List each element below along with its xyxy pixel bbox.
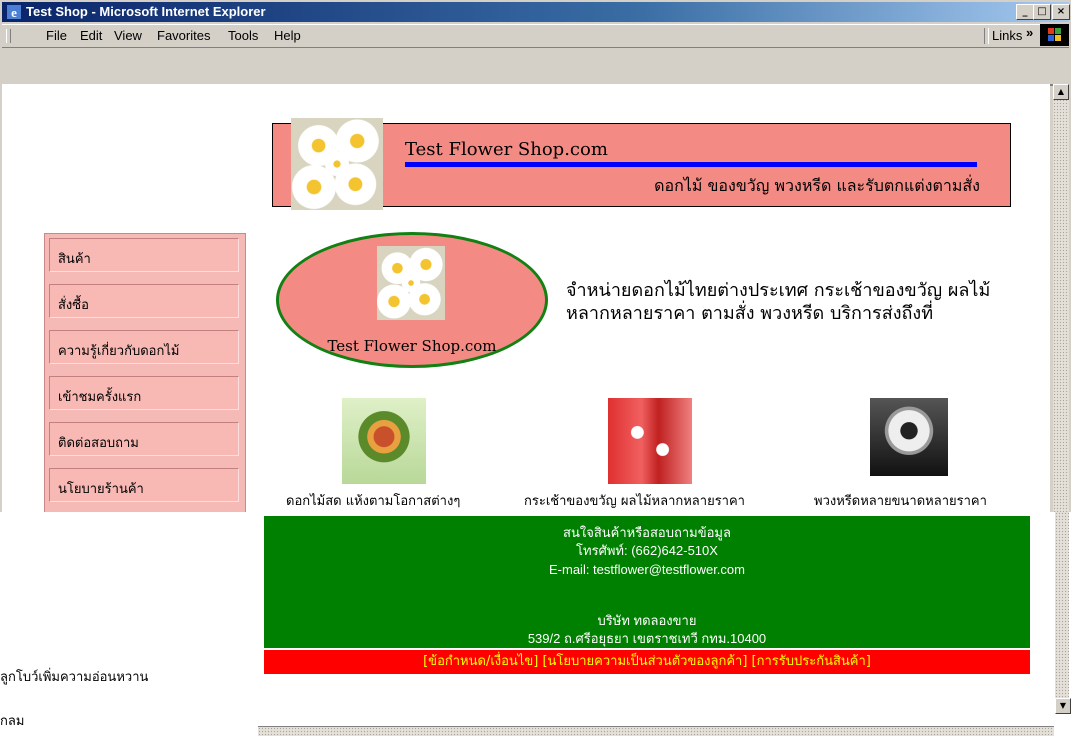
logo-daisy-photo bbox=[377, 246, 445, 320]
scroll-down-icon[interactable]: ▼ bbox=[1055, 698, 1071, 714]
svg-text:e: e bbox=[11, 5, 17, 20]
title-underline bbox=[405, 162, 977, 167]
policy-links-bar[interactable]: [ข้อกำหนด/เงื่อนไข] [นโยบายความเป็นส่วนต… bbox=[264, 650, 1030, 674]
page-viewport: Test Flower Shop.com ดอกไม้ ของขวัญ พวงห… bbox=[2, 84, 1050, 512]
nav-label: สั่งซื้อ bbox=[58, 298, 89, 313]
contact-phone: โทรศัพท์: (662)642-510X bbox=[576, 543, 718, 558]
contact-email[interactable]: E-mail: testflower@testflower.com bbox=[264, 562, 1030, 577]
nav-item-first-visit[interactable]: เข้าชมครั้งแรก bbox=[49, 376, 239, 410]
background-window-text-1: ลูกโบว์เพิ่มความอ่อนหวาน bbox=[0, 670, 149, 685]
links-button[interactable]: Links bbox=[992, 28, 1022, 43]
wreath-image[interactable] bbox=[870, 398, 948, 476]
nav-item-products[interactable]: สินค้า bbox=[49, 238, 239, 272]
nav-label: นโยบายร้านค้า bbox=[58, 482, 144, 497]
sidebar-nav: สินค้า สั่งซื้อ ความรู้เกี่ยวกับดอกไม้ เ… bbox=[44, 233, 246, 512]
background-window-text-2: กลม bbox=[0, 714, 25, 729]
toolbar-area bbox=[2, 48, 1069, 86]
product-caption[interactable]: ดอกไม้สด แห้งตามโอกาสต่างๆ bbox=[286, 490, 460, 511]
ie-icon: e bbox=[7, 5, 21, 20]
title-bar[interactable]: e Test Shop - Microsoft Internet Explore… bbox=[2, 2, 1070, 22]
product-caption[interactable]: พวงหรีดหลายขนาดหลายราคา bbox=[814, 490, 987, 511]
menu-help[interactable]: Help bbox=[274, 28, 301, 43]
site-title: Test Flower Shop.com bbox=[405, 139, 608, 160]
site-tagline: ดอกไม้ ของขวัญ พวงหรีด และรับตกแต่งตามสั… bbox=[654, 176, 980, 195]
menu-tools[interactable]: Tools bbox=[228, 28, 258, 43]
menu-file[interactable]: File bbox=[46, 28, 67, 43]
company-address: 539/2 ถ.ศรีอยุธยา เขตราชเทวี กทม.10400 bbox=[527, 631, 767, 646]
menu-bar: File Edit View Favorites Tools Help Link… bbox=[2, 24, 1069, 48]
menu-grip bbox=[6, 29, 11, 43]
logo-text: Test Flower Shop.com bbox=[327, 337, 497, 355]
menu-edit[interactable]: Edit bbox=[80, 28, 102, 43]
scroll-up-icon[interactable]: ▲ bbox=[1053, 84, 1069, 100]
shop-logo[interactable]: Test Flower Shop.com bbox=[276, 232, 548, 368]
window-title: Test Shop - Microsoft Internet Explorer bbox=[26, 4, 266, 19]
nav-item-order[interactable]: สั่งซื้อ bbox=[49, 284, 239, 318]
nav-item-knowledge[interactable]: ความรู้เกี่ยวกับดอกไม้ bbox=[49, 330, 239, 364]
nav-label: ติดต่อสอบถาม bbox=[58, 436, 139, 451]
nav-item-contact[interactable]: ติดต่อสอบถาม bbox=[49, 422, 239, 456]
intro-text: จำหน่ายดอกไม้ไทยต่างประเทศ กระเช้าของขวั… bbox=[566, 280, 991, 324]
header-banner: Test Flower Shop.com ดอกไม้ ของขวัญ พวงห… bbox=[272, 118, 1011, 210]
daisy-photo bbox=[291, 118, 383, 210]
maximize-button[interactable]: □ bbox=[1033, 4, 1051, 20]
menu-favorites[interactable]: Favorites bbox=[157, 28, 210, 43]
windows-logo-icon bbox=[1040, 24, 1069, 46]
nav-item-policy[interactable]: นโยบายร้านค้า bbox=[49, 468, 239, 502]
contact-info-box: สนใจสินค้าหรือสอบถามข้อมูล โทรศัพท์: (66… bbox=[264, 516, 1030, 648]
nav-label: ความรู้เกี่ยวกับดอกไม้ bbox=[58, 344, 180, 359]
nav-label: เข้าชมครั้งแรก bbox=[58, 390, 142, 405]
vertical-scrollbar[interactable]: ▲ bbox=[1053, 84, 1069, 512]
close-button[interactable]: × bbox=[1052, 4, 1070, 20]
menu-view[interactable]: View bbox=[114, 28, 142, 43]
nav-label: สินค้า bbox=[58, 252, 91, 267]
browser-window: e Test Shop - Microsoft Internet Explore… bbox=[0, 0, 1071, 512]
product-caption[interactable]: กระเช้าของขวัญ ผลไม้หลากหลายราคา bbox=[524, 490, 745, 511]
links-separator bbox=[984, 28, 989, 44]
gift-basket-image[interactable] bbox=[608, 398, 692, 484]
fresh-flowers-image[interactable] bbox=[342, 398, 426, 484]
minimize-button[interactable]: _ bbox=[1016, 4, 1034, 20]
links-chevron-icon[interactable]: » bbox=[1026, 25, 1033, 40]
vertical-scrollbar-lower[interactable]: ▼ bbox=[1055, 512, 1071, 714]
